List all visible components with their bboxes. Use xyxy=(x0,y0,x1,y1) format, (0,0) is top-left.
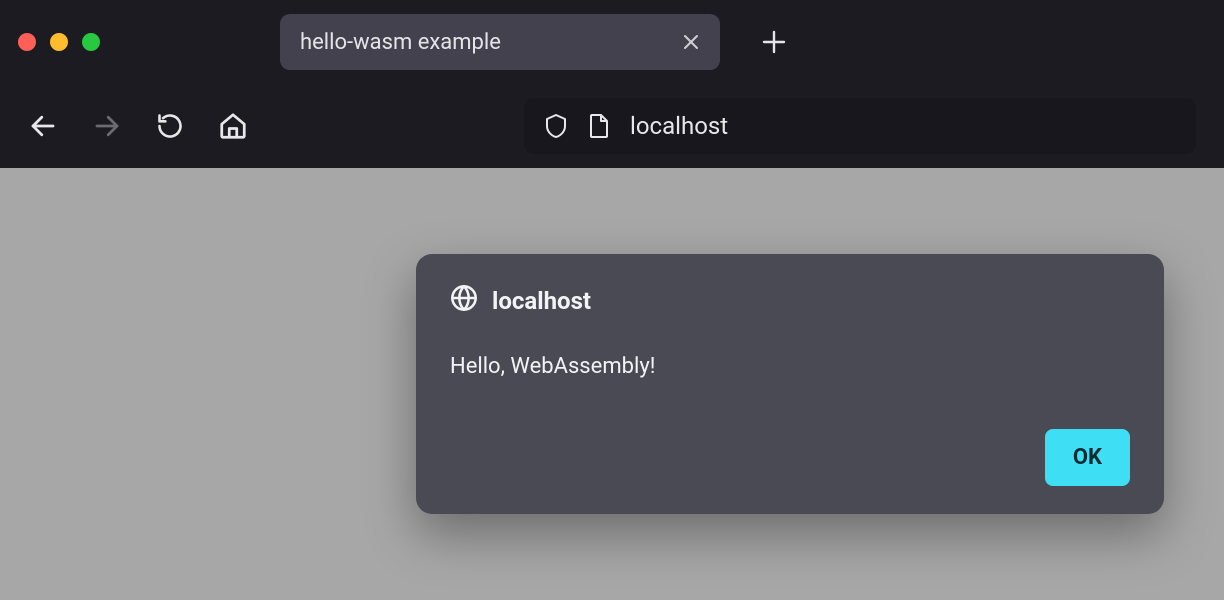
page-viewport: localhost Hello, WebAssembly! OK xyxy=(0,168,1224,600)
window-titlebar: hello-wasm example xyxy=(0,0,1224,84)
alert-dialog: localhost Hello, WebAssembly! OK xyxy=(416,254,1164,514)
address-bar-text: localhost xyxy=(630,112,728,140)
new-tab-button[interactable] xyxy=(756,24,792,60)
browser-tab[interactable]: hello-wasm example xyxy=(280,14,720,70)
close-window-button[interactable] xyxy=(18,33,36,51)
alert-dialog-footer: OK xyxy=(450,429,1130,486)
shield-icon xyxy=(544,113,568,139)
back-button[interactable] xyxy=(28,111,58,141)
globe-icon xyxy=(450,284,478,318)
alert-dialog-message: Hello, WebAssembly! xyxy=(450,354,1130,379)
forward-button[interactable] xyxy=(92,111,122,141)
window-controls xyxy=(18,33,100,51)
browser-toolbar: localhost xyxy=(0,84,1224,168)
navigation-icons xyxy=(28,111,248,141)
home-button[interactable] xyxy=(218,111,248,141)
maximize-window-button[interactable] xyxy=(82,33,100,51)
close-tab-icon[interactable] xyxy=(682,33,700,51)
alert-dialog-header: localhost xyxy=(450,284,1130,318)
page-icon xyxy=(588,113,610,139)
address-bar[interactable]: localhost xyxy=(524,98,1196,154)
tab-title: hello-wasm example xyxy=(300,30,682,55)
alert-dialog-origin: localhost xyxy=(492,287,591,315)
minimize-window-button[interactable] xyxy=(50,33,68,51)
ok-button[interactable]: OK xyxy=(1045,429,1130,486)
reload-button[interactable] xyxy=(156,112,184,140)
